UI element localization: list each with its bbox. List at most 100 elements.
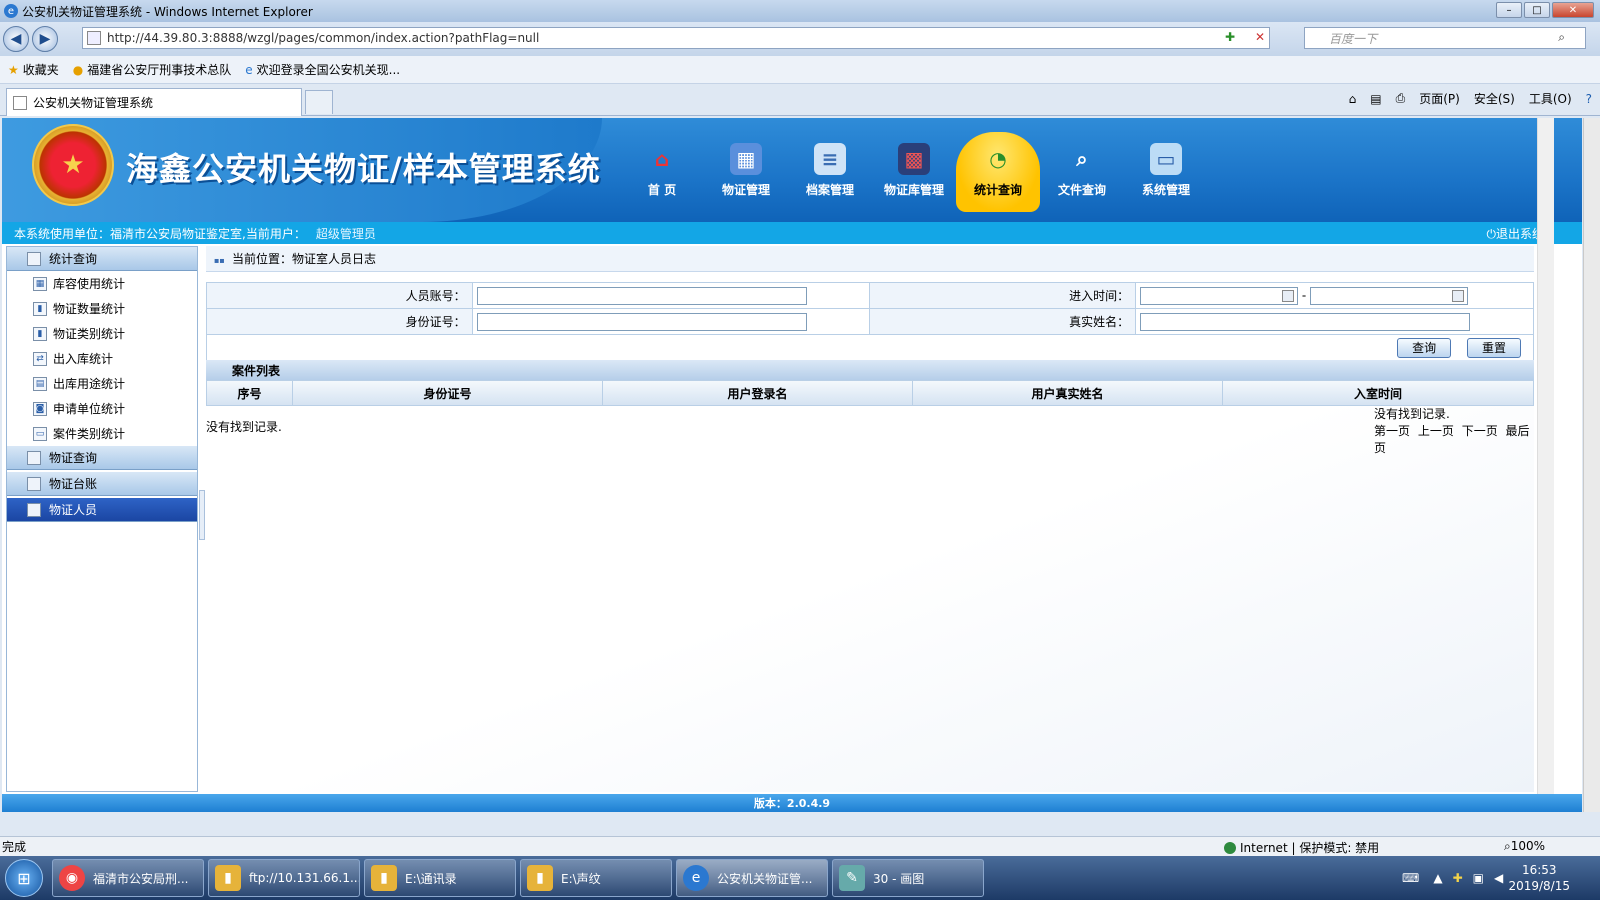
nav-file-search[interactable]: ⌕ 文件查询	[1040, 132, 1124, 212]
search-form: 人员账号： 进入时间： - 身份证号： 真实姓名： 查询 重置	[206, 282, 1534, 361]
start-button[interactable]: ⊞	[0, 856, 48, 900]
calendar-icon[interactable]	[1452, 289, 1465, 302]
document-icon: ▤	[33, 376, 47, 391]
binoculars-icon	[27, 451, 41, 465]
calendar-icon[interactable]	[1282, 289, 1295, 302]
compat-icon[interactable]: ✚	[1225, 30, 1235, 44]
account-input[interactable]	[476, 286, 807, 305]
safety-menu[interactable]: 安全(S)	[1474, 90, 1515, 107]
nav-warehouse[interactable]: ▩ 物证库管理	[872, 132, 956, 212]
search-icon[interactable]: ⌕	[1558, 30, 1565, 45]
column-header[interactable]: 入室时间	[1223, 381, 1533, 405]
clock[interactable]: 16:53 2019/8/15	[1508, 862, 1570, 894]
sidebar-item-category[interactable]: ▮ 物证类别统计	[7, 321, 197, 346]
query-button[interactable]: 查询	[1397, 337, 1452, 358]
id-label: 身份证号：	[206, 308, 473, 335]
transfer-icon: ⇄	[33, 351, 47, 366]
sidebar-group-evidence-query[interactable]: 物证查询	[7, 446, 197, 470]
command-bar: ⌂ ▤ ⎙ 页面(P) 安全(S) 工具(O) ?	[1335, 90, 1592, 107]
web-page: ★ 海鑫公安机关物证/样本管理系统 ⌂ 首 页 ▦ 物证管理 ≡ 档案管理 ▩ 物证库管…	[2, 118, 1582, 812]
new-tab-button[interactable]	[305, 90, 333, 114]
address-text: http://44.39.80.3:8888/wzgl/pages/common…	[107, 31, 540, 45]
ie-page-icon: e	[245, 62, 253, 77]
column-header[interactable]: 身份证号	[293, 381, 603, 405]
browser-scrollbar[interactable]	[1583, 118, 1600, 812]
favorite-item[interactable]: ● 福建省公安厅刑事技术总队	[73, 61, 232, 78]
empty-message: 没有找到记录.	[206, 420, 282, 434]
tools-menu[interactable]: 工具(O)	[1529, 90, 1572, 107]
id-number-input[interactable]	[476, 312, 807, 331]
taskbar-item[interactable]: ▮ E:\通讯录	[364, 859, 516, 897]
column-header[interactable]: 用户真实姓名	[913, 381, 1223, 405]
network-icon[interactable]: ▣	[1473, 871, 1484, 885]
sidebar-group-ledger[interactable]: 物证台账	[7, 472, 197, 496]
sidebar-item-inout[interactable]: ⇄ 出入库统计	[7, 346, 197, 371]
nav-home[interactable]: ⌂ 首 页	[620, 132, 704, 212]
favorites-button[interactable]: ★ 收藏夹	[8, 61, 59, 78]
volume-icon[interactable]: ◀	[1494, 871, 1503, 885]
first-page-link[interactable]: 第一页	[1374, 424, 1410, 438]
favorite-item[interactable]: e 欢迎登录全国公安机关现...	[245, 61, 400, 78]
address-bar[interactable]: http://44.39.80.3:8888/wzgl/pages/common…	[82, 27, 1270, 49]
account-label: 人员账号：	[206, 282, 473, 309]
taskbar-item[interactable]: e 公安机关物证管...	[676, 859, 828, 897]
nav-system[interactable]: ▭ 系统管理	[1124, 132, 1208, 212]
sidebar-item-unit[interactable]: ◙ 申请单位统计	[7, 396, 197, 421]
browser-tab[interactable]: 公安机关物证管理系统	[6, 88, 302, 116]
sidebar-splitter[interactable]	[199, 490, 205, 540]
end-date-input[interactable]	[1310, 286, 1469, 305]
zoom-level[interactable]: ⌕100%	[1504, 839, 1545, 854]
page-icon	[13, 95, 27, 110]
tray-app-icon[interactable]: ✚	[1453, 871, 1463, 885]
ledger-icon	[27, 477, 41, 491]
next-page-link[interactable]: 下一页	[1462, 424, 1498, 438]
column-header[interactable]: 序号	[207, 381, 293, 405]
real-name-input[interactable]	[1140, 312, 1471, 331]
windows-logo-icon: ⊞	[5, 859, 43, 897]
zoom-icon: ⌕	[1504, 839, 1511, 853]
favorites-bar: ★ 收藏夹 ● 福建省公安厅刑事技术总队 e 欢迎登录全国公安机关现...	[0, 56, 1600, 84]
help-icon[interactable]: ?	[1586, 92, 1592, 106]
sidebar: 统计查询 ▦ 库容使用统计 ▮ 物证数量统计 ▮ 物证类别统计 ⇄ 出入库统计 ▤ 出库用…	[6, 246, 198, 792]
list-title: 案件列表	[206, 360, 1534, 380]
logout-link[interactable]: ⏻退出系统	[1486, 225, 1544, 242]
forward-button[interactable]: ▶	[32, 26, 58, 52]
sidebar-item-quantity[interactable]: ▮ 物证数量统计	[7, 296, 197, 321]
page-menu[interactable]: 页面(P)	[1419, 90, 1460, 107]
content-scrollbar[interactable]	[1537, 118, 1554, 812]
maximize-button[interactable]: □	[1524, 2, 1550, 18]
sidebar-item-purpose[interactable]: ▤ 出库用途统计	[7, 371, 197, 396]
reset-button[interactable]: 重置	[1467, 337, 1521, 358]
prev-page-link[interactable]: 上一页	[1418, 424, 1454, 438]
taskbar-item[interactable]: ◉ 福清市公安局刑...	[52, 859, 204, 897]
date-separator: -	[1301, 288, 1307, 302]
search-placeholder: 百度一下	[1329, 31, 1378, 46]
back-button[interactable]: ◀	[3, 26, 29, 52]
stop-icon[interactable]: ✕	[1255, 30, 1265, 44]
security-zone[interactable]: Internet | 保护模式: 禁用	[1224, 839, 1379, 856]
column-header[interactable]: 用户登录名	[603, 381, 913, 405]
grid-header: 序号 身份证号 用户登录名 用户真实姓名 入室时间	[206, 380, 1534, 406]
close-button[interactable]: ✕	[1552, 2, 1594, 18]
sidebar-item-capacity[interactable]: ▦ 库容使用统计	[7, 271, 197, 296]
start-date-input[interactable]	[1140, 286, 1299, 305]
minimize-button[interactable]: –	[1496, 2, 1522, 18]
nav-stats[interactable]: ◔ 统计查询	[956, 132, 1040, 212]
taskbar-item[interactable]: ▮ E:\声纹	[520, 859, 672, 897]
window-title: 公安机关物证管理系统 - Windows Internet Explorer	[22, 4, 313, 19]
tray-expand-icon[interactable]: ▲	[1433, 871, 1442, 885]
taskbar-item[interactable]: ▮ ftp://10.131.66.1...	[208, 859, 360, 897]
nav-archive[interactable]: ≡ 档案管理	[788, 132, 872, 212]
feeds-icon[interactable]: ▤	[1370, 92, 1381, 106]
sidebar-item-case-category[interactable]: ▭ 案件类别统计	[7, 421, 197, 446]
sidebar-group-stats[interactable]: 统计查询	[7, 247, 197, 271]
sidebar-group-personnel[interactable]: 物证人员	[7, 498, 197, 522]
clock-date: 2019/8/15	[1508, 879, 1570, 893]
search-box[interactable]: 百度一下 ⌕	[1304, 27, 1586, 49]
nav-evidence[interactable]: ▦ 物证管理	[704, 132, 788, 212]
star-icon: ★	[8, 62, 19, 77]
keyboard-icon[interactable]: ⌨	[1402, 871, 1419, 885]
print-icon[interactable]: ⎙	[1396, 91, 1406, 106]
home-icon[interactable]: ⌂	[1349, 92, 1357, 106]
taskbar-item[interactable]: ✎ 30 - 画图	[832, 859, 984, 897]
